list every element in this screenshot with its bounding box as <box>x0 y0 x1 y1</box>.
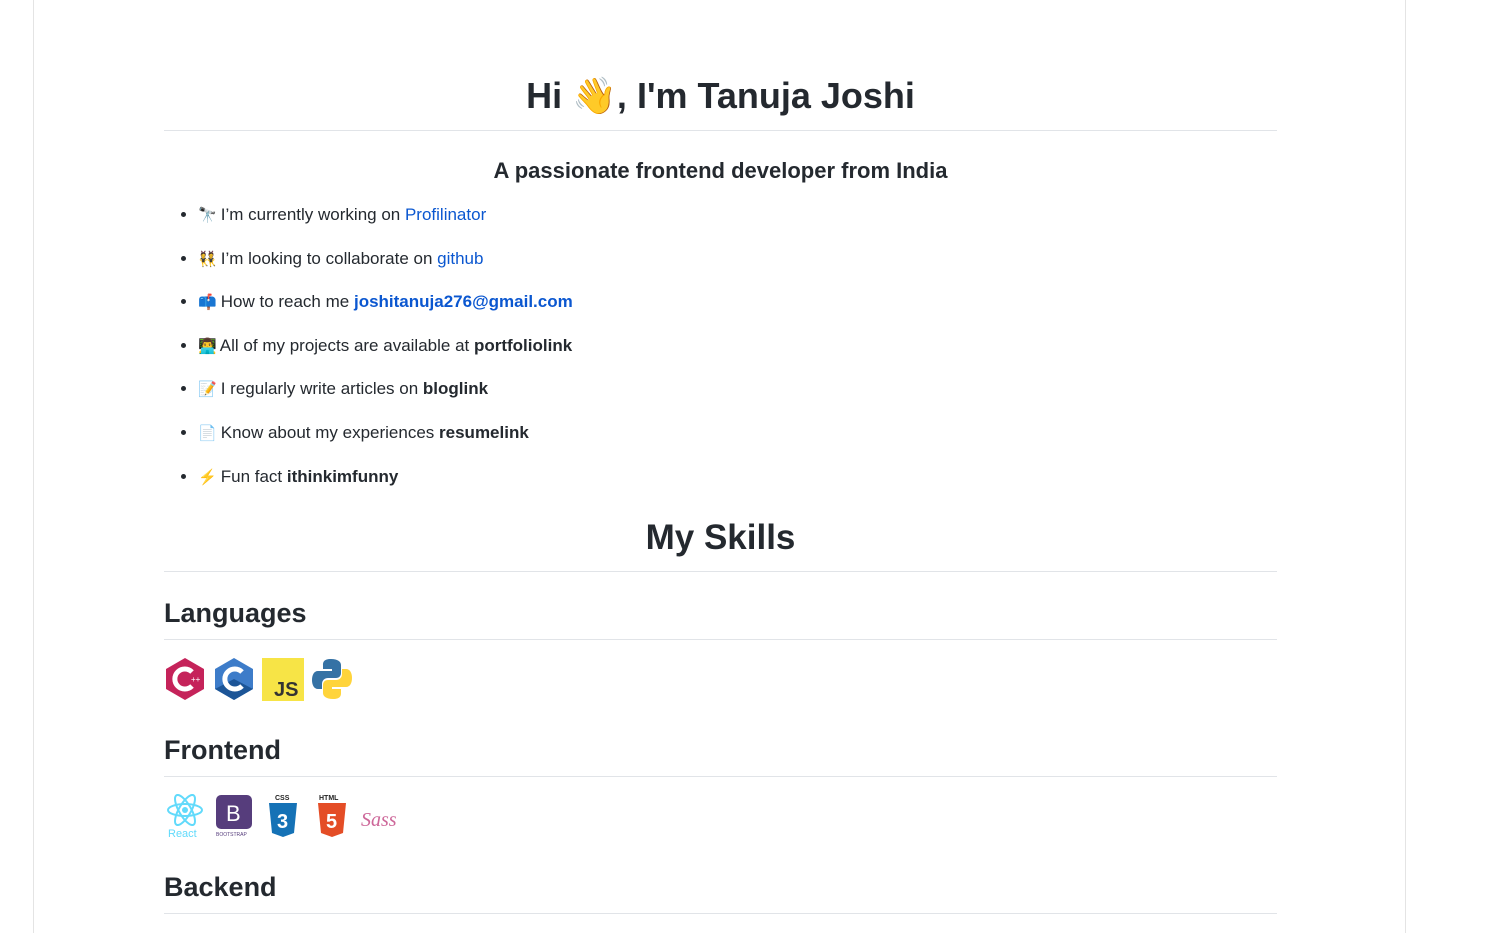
svg-text:HTML: HTML <box>319 795 339 802</box>
technologist-icon: 👨‍💻 <box>198 337 217 355</box>
cplusplus-icon[interactable]: ++ <box>164 657 206 701</box>
list-item: 📄 Know about my experiences resumelink <box>198 411 573 455</box>
svg-text:B: B <box>226 801 241 826</box>
languages-icons: ++ JS <box>164 657 353 701</box>
list-item: 📝 I regularly write articles on bloglink <box>198 367 573 411</box>
javascript-icon[interactable]: JS <box>262 657 304 701</box>
c-icon[interactable] <box>213 657 255 701</box>
svg-text:React: React <box>168 828 197 838</box>
divider <box>164 776 1277 777</box>
divider <box>164 571 1277 572</box>
list-item: 📫 How to reach me joshitanuja276@gmail.c… <box>198 280 573 324</box>
svg-text:++: ++ <box>191 675 201 684</box>
list-item: 👨‍💻 All of my projects are available at … <box>198 324 573 368</box>
react-icon[interactable]: React <box>164 794 206 838</box>
item-text: How to reach me <box>220 292 354 312</box>
divider <box>164 913 1277 914</box>
dancers-icon: 👯 <box>198 250 217 268</box>
list-item: 🔭 I’m currently working on Profilinator <box>198 193 573 237</box>
skills-heading: My Skills <box>645 518 796 557</box>
python-icon[interactable] <box>311 657 353 701</box>
list-item: 👯 I’m looking to collaborate on github <box>198 237 573 281</box>
frontend-heading: Frontend <box>164 735 281 765</box>
svg-text:BOOTSTRAP: BOOTSTRAP <box>216 832 248 838</box>
svg-text:3: 3 <box>277 811 288 833</box>
page-title: Hi 👋, I'm Tanuja Joshi <box>526 75 915 116</box>
svg-text:5: 5 <box>326 811 337 833</box>
divider <box>164 639 1277 640</box>
resume-text: resumelink <box>439 422 529 442</box>
backend-heading: Backend <box>164 872 277 902</box>
telescope-icon: 🔭 <box>198 207 217 224</box>
email-link[interactable]: joshitanuja276@gmail.com <box>354 292 573 311</box>
sass-icon[interactable]: Sass <box>360 794 406 838</box>
mailbox-icon: 📫 <box>198 294 217 312</box>
item-text: Fun fact <box>220 466 287 486</box>
readme-page: Hi 👋, I'm Tanuja Joshi A passionate fron… <box>33 0 1406 933</box>
svg-text:CSS: CSS <box>275 795 290 802</box>
document-icon: 📄 <box>198 424 217 442</box>
item-text: Know about my experiences <box>220 422 440 442</box>
item-text: I’m looking to collaborate on <box>220 248 438 268</box>
portfolio-text: portfoliolink <box>473 335 573 355</box>
fun-fact-text: ithinkimfunny <box>286 466 399 486</box>
about-list: 🔭 I’m currently working on Profilinator … <box>164 193 573 498</box>
item-text: All of my projects are available at <box>219 335 474 355</box>
item-text: I’m currently working on <box>220 205 405 224</box>
css3-icon[interactable]: CSS 3 <box>262 794 304 838</box>
bootstrap-icon[interactable]: B BOOTSTRAP <box>213 794 255 838</box>
frontend-icons: React B BOOTSTRAP CSS 3 HTML 5 Sass <box>164 794 406 838</box>
github-link[interactable]: github <box>437 249 483 268</box>
item-text: I regularly write articles on <box>220 379 423 399</box>
divider <box>164 130 1277 131</box>
subtitle: A passionate frontend developer from Ind… <box>493 158 948 183</box>
memo-icon: 📝 <box>198 381 217 399</box>
svg-text:Sass: Sass <box>361 809 397 831</box>
svg-text:JS: JS <box>274 679 298 701</box>
list-item: ⚡ Fun fact ithinkimfunny <box>198 455 573 499</box>
languages-heading: Languages <box>164 598 307 628</box>
profilinator-link[interactable]: Profilinator <box>405 205 486 224</box>
html5-icon[interactable]: HTML 5 <box>311 794 353 838</box>
lightning-icon: ⚡ <box>198 468 217 486</box>
blog-text: bloglink <box>422 379 489 399</box>
